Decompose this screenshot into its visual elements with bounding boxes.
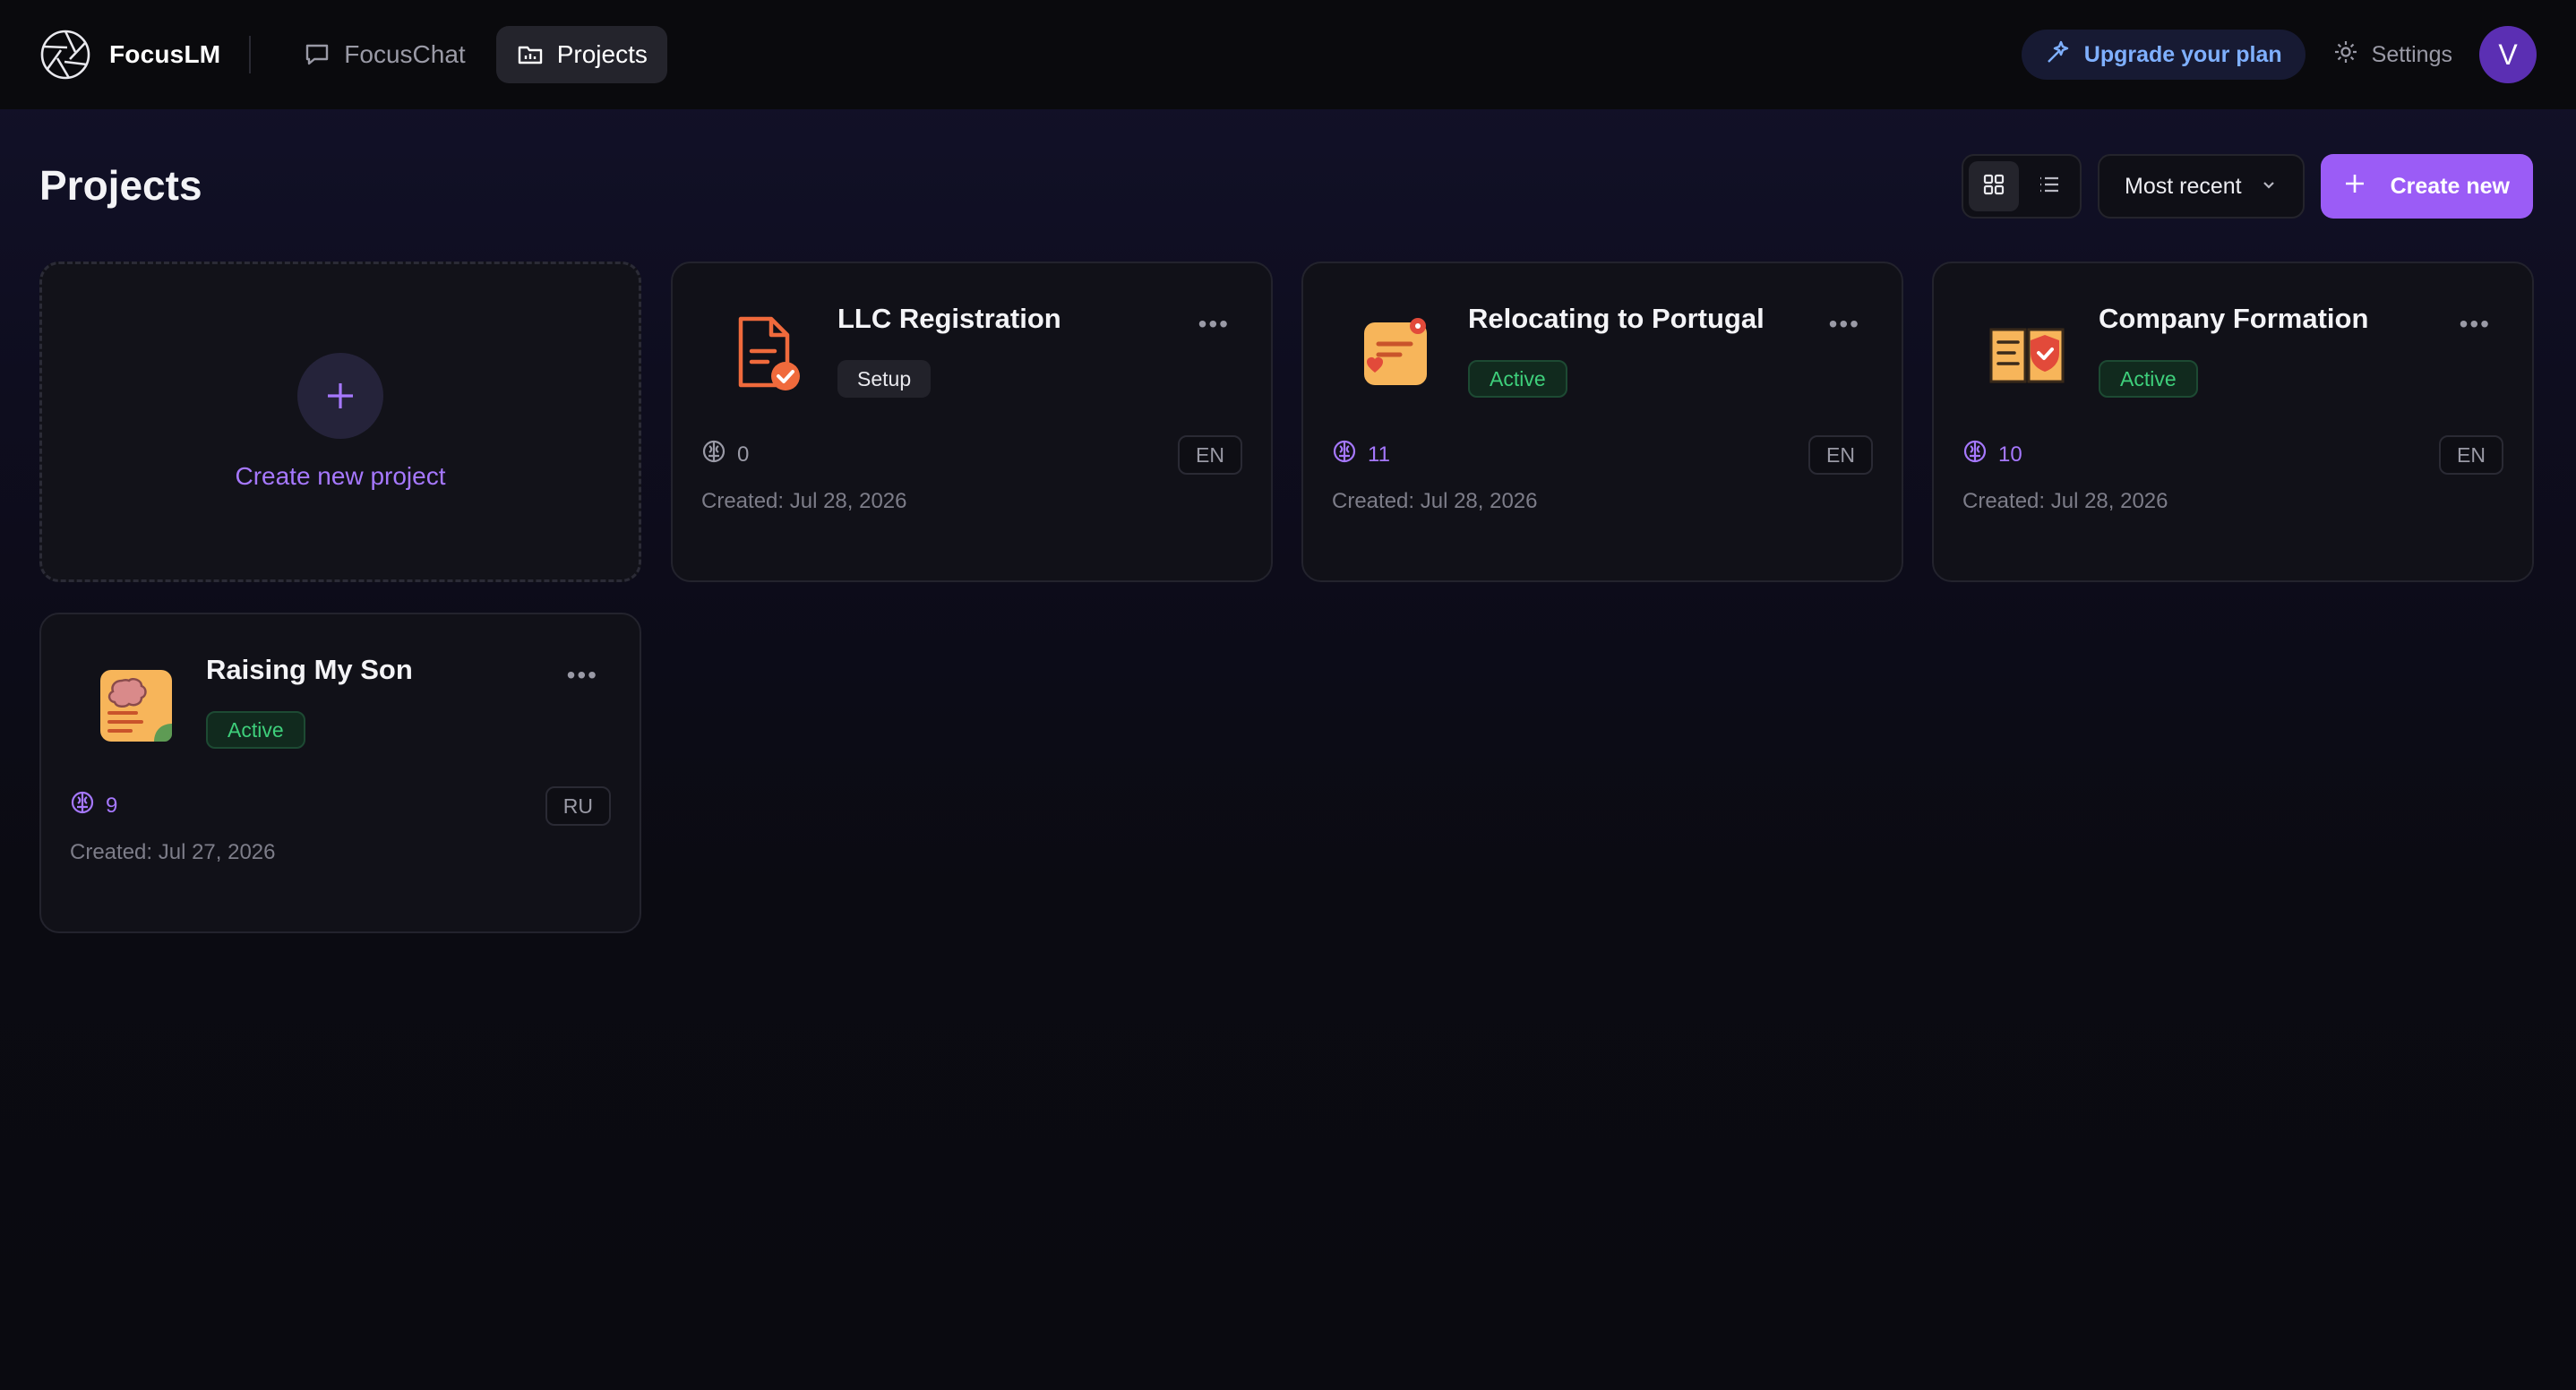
grid-view-button[interactable] <box>1969 161 2019 211</box>
created-date: Created: Jul 28, 2026 <box>1962 489 2168 513</box>
created-date: Created: Jul 27, 2026 <box>70 840 276 864</box>
source-count: 9 <box>70 790 117 821</box>
avatar[interactable]: V <box>2479 26 2537 83</box>
topbar-actions: Upgrade your plan Settings V <box>2021 26 2537 83</box>
settings-button[interactable]: Settings <box>2332 39 2452 72</box>
project-title: Relocating to Portugal <box>1468 303 1765 334</box>
create-new-project-card[interactable]: Create new project <box>39 262 641 582</box>
settings-label: Settings <box>2371 41 2452 67</box>
brain-icon <box>701 439 726 470</box>
plus-circle <box>297 353 383 439</box>
brain-icon <box>1962 439 1988 470</box>
view-toggle <box>1962 154 2082 219</box>
document-check-icon <box>723 310 809 396</box>
more-options-icon[interactable]: ••• <box>567 661 598 690</box>
aperture-logo-icon <box>39 29 91 81</box>
source-count: 0 <box>701 439 749 470</box>
more-options-icon[interactable]: ••• <box>1829 310 1860 339</box>
source-count: 10 <box>1962 439 2022 470</box>
nav-item-projects[interactable]: Projects <box>495 26 667 83</box>
language-badge: RU <box>545 786 611 826</box>
create-new-project-label: Create new project <box>235 462 446 490</box>
gear-icon <box>2332 39 2359 72</box>
created-date: Created: Jul 28, 2026 <box>1332 489 1538 513</box>
toolbar: Most recent Create new <box>1962 154 2533 219</box>
top-bar: FocusLM FocusChat Projects Upgrade your … <box>0 0 2576 109</box>
source-count-value: 11 <box>1368 442 1390 467</box>
main-nav: FocusChat Projects <box>283 26 667 83</box>
plus-icon <box>2342 171 2367 202</box>
brand[interactable]: FocusLM <box>39 29 220 81</box>
create-new-label: Create new <box>2390 173 2510 199</box>
grid-view-icon <box>1982 173 2005 201</box>
more-options-icon[interactable]: ••• <box>1198 310 1230 339</box>
project-card[interactable]: Company Formation ••• Active 10 EN Creat… <box>1932 262 2534 582</box>
page-title: Projects <box>39 162 202 209</box>
brain-icon <box>1332 439 1357 470</box>
language-badge: EN <box>2439 435 2503 475</box>
brain-note-icon <box>91 661 177 747</box>
project-card[interactable]: Relocating to Portugal ••• Active 11 EN … <box>1301 262 1903 582</box>
project-title: Company Formation <box>2099 303 2369 334</box>
upgrade-label: Upgrade your plan <box>2083 41 2282 67</box>
list-view-button[interactable] <box>2024 161 2074 211</box>
map-heart-icon <box>1353 310 1439 396</box>
book-shield-icon <box>1984 310 2070 396</box>
chevron-down-icon <box>2260 174 2278 200</box>
created-date: Created: Jul 28, 2026 <box>701 489 907 513</box>
language-badge: EN <box>1808 435 1873 475</box>
project-title: LLC Registration <box>837 303 1061 334</box>
sort-dropdown[interactable]: Most recent <box>2098 154 2305 219</box>
source-count-value: 0 <box>737 442 750 467</box>
source-count-value: 10 <box>1998 442 2022 467</box>
status-badge: Active <box>2099 360 2198 398</box>
nav-item-focuschat[interactable]: FocusChat <box>283 26 485 83</box>
project-card[interactable]: LLC Registration ••• Setup 0 EN Created:… <box>671 262 1273 582</box>
brand-name: FocusLM <box>109 40 221 68</box>
plus-icon <box>328 383 353 408</box>
divider <box>249 36 252 73</box>
nav-item-label: Projects <box>556 40 648 68</box>
brain-icon <box>70 790 95 821</box>
status-badge: Active <box>206 711 305 749</box>
nav-item-label: FocusChat <box>344 40 466 68</box>
status-badge: Setup <box>837 360 932 398</box>
source-count: 11 <box>1332 439 1390 470</box>
list-view-icon <box>2038 173 2061 201</box>
sparkle-icon <box>2045 39 2072 72</box>
language-badge: EN <box>1178 435 1242 475</box>
source-count-value: 9 <box>106 793 118 818</box>
more-options-icon[interactable]: ••• <box>2460 310 2491 339</box>
upgrade-plan-button[interactable]: Upgrade your plan <box>2021 30 2306 80</box>
status-badge: Active <box>1468 360 1567 398</box>
create-new-button[interactable]: Create new <box>2320 154 2533 219</box>
project-title: Raising My Son <box>206 654 413 685</box>
folder-chart-icon <box>516 40 545 69</box>
sort-label: Most recent <box>2125 173 2242 199</box>
chat-bubble-icon <box>303 40 331 69</box>
project-card[interactable]: Raising My Son ••• Active 9 RU Created: … <box>39 613 641 933</box>
